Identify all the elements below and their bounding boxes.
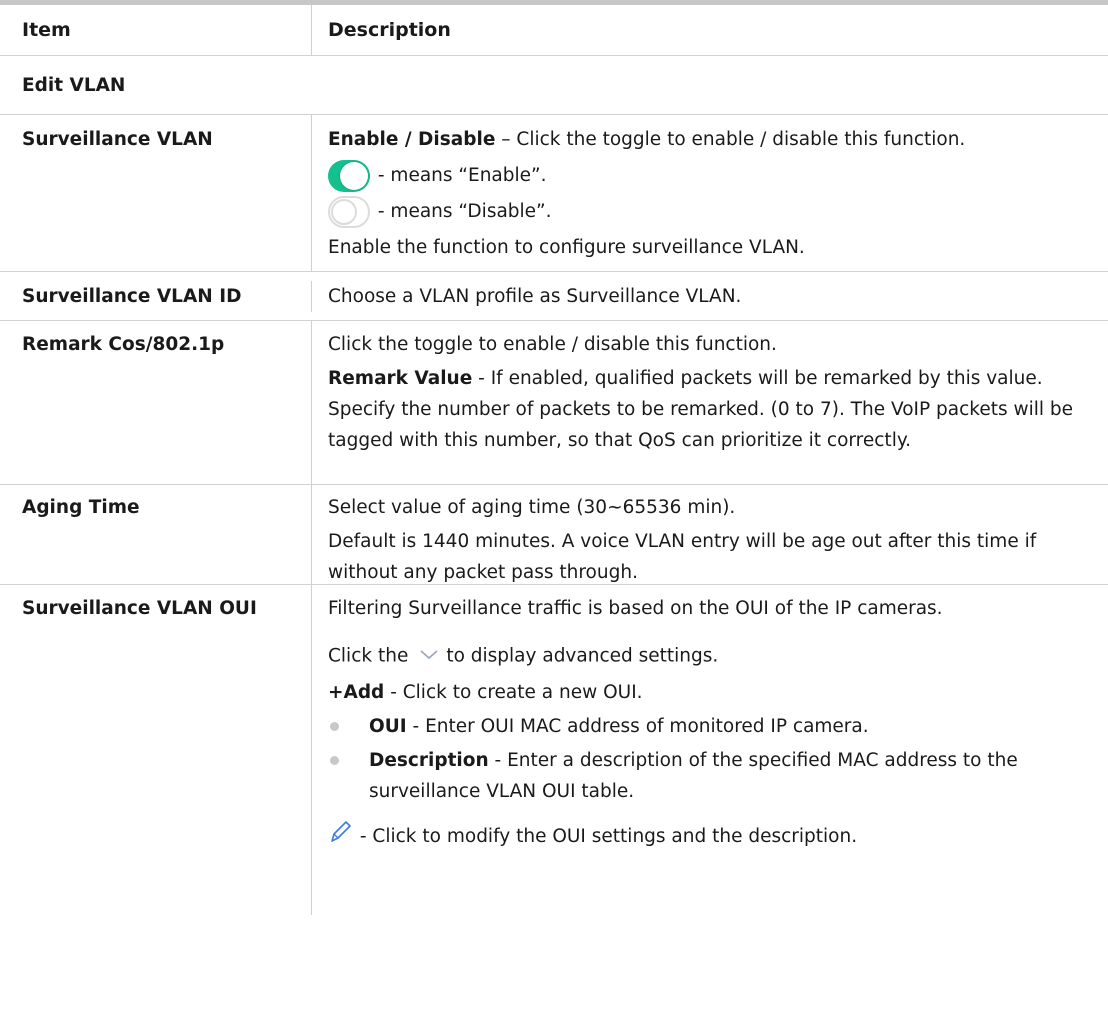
row-label: Aging Time <box>0 485 312 584</box>
header-description: Description <box>328 19 451 41</box>
add-label: +Add <box>328 682 385 703</box>
table-header-row: Item Description <box>0 5 1108 56</box>
remark-text: Click the toggle to enable / disable thi… <box>328 334 777 355</box>
row-label: Surveillance VLAN <box>0 115 312 271</box>
document-table: Item Description Edit VLAN Surveillance … <box>0 0 1108 915</box>
row-description: Filtering Surveillance traffic is based … <box>312 585 1108 915</box>
edit-text: - Click to modify the OUI settings and t… <box>354 826 858 847</box>
row-label: Remark Cos/802.1p <box>0 321 312 484</box>
row-description: Click the toggle to enable / disable thi… <box>312 321 1108 484</box>
enable-disable-text: – Click the toggle to enable / disable t… <box>495 129 966 150</box>
row-label: Surveillance VLAN ID <box>0 280 312 312</box>
click-pre-text: Click the <box>328 645 409 667</box>
aging-text-2: Default is 1440 minutes. A voice VLAN en… <box>328 531 1037 583</box>
bullet-icon <box>330 722 339 731</box>
enable-disable-label: Enable / Disable <box>328 129 496 150</box>
header-item: Item <box>0 5 312 55</box>
bullet-text: - Enter OUI MAC address of monitored IP … <box>406 716 869 737</box>
remark-value-label: Remark Value <box>328 368 473 389</box>
table-row: Surveillance VLAN Enable / Disable – Cli… <box>0 115 1108 272</box>
add-text: - Click to create a new OUI. <box>384 682 643 703</box>
toggle-on-text: - means “Enable”. <box>372 165 547 186</box>
table-row: Surveillance VLAN ID Choose a VLAN profi… <box>0 272 1108 321</box>
list-item: Description - Enter a description of the… <box>328 745 1090 807</box>
table-row: Aging Time Select value of aging time (3… <box>0 485 1108 585</box>
row-description: Enable / Disable – Click the toggle to e… <box>312 115 1108 271</box>
oui-text-1: Filtering Surveillance traffic is based … <box>328 598 943 619</box>
bullet-icon <box>330 756 339 765</box>
toggle-on-icon <box>328 160 370 192</box>
section-title: Edit VLAN <box>22 74 126 96</box>
bullet-label: Description <box>369 750 489 771</box>
table-row: Remark Cos/802.1p Click the toggle to en… <box>0 321 1108 485</box>
section-row: Edit VLAN <box>0 56 1108 115</box>
row-description: Choose a VLAN profile as Surveillance VL… <box>328 285 742 307</box>
chevron-down-icon <box>420 639 438 670</box>
extra-text: Enable the function to configure surveil… <box>328 237 805 258</box>
bullet-label: OUI <box>369 716 407 737</box>
aging-text-1: Select value of aging time (30~65536 min… <box>328 497 736 518</box>
click-post-text: to display advanced settings. <box>446 645 719 667</box>
row-label: Surveillance VLAN OUI <box>0 585 312 915</box>
list-item: OUI - Enter OUI MAC address of monitored… <box>328 711 1090 742</box>
pencil-icon <box>328 819 352 855</box>
row-description: Select value of aging time (30~65536 min… <box>312 485 1108 584</box>
toggle-off-text: - means “Disable”. <box>372 201 552 222</box>
table-row: Surveillance VLAN OUI Filtering Surveill… <box>0 585 1108 915</box>
toggle-off-icon <box>328 196 370 228</box>
